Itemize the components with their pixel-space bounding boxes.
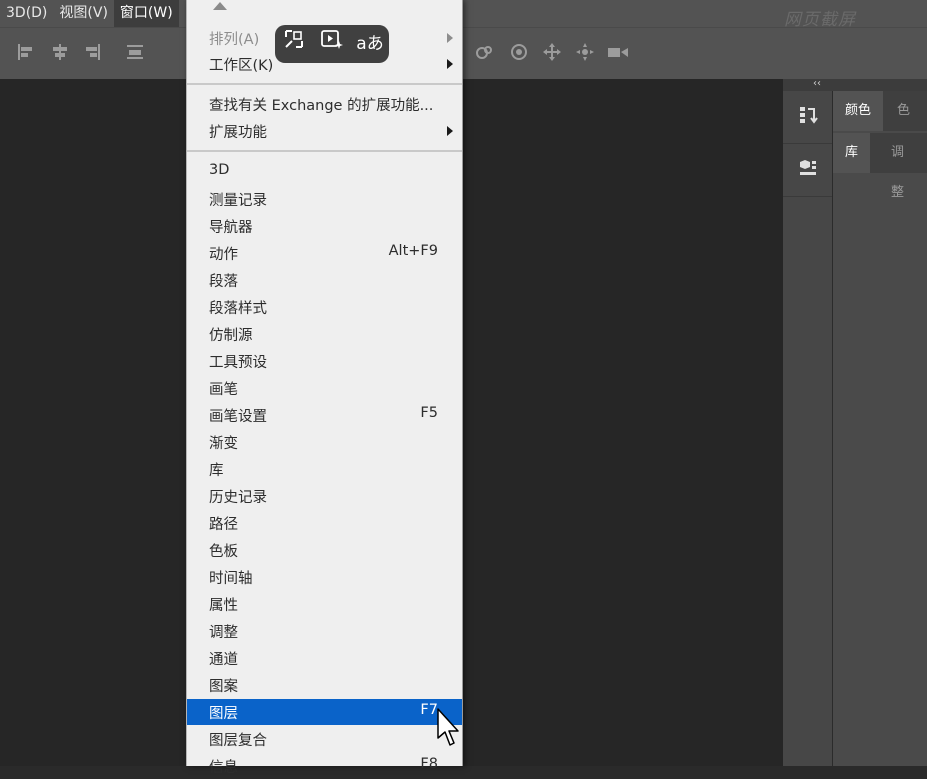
history-panel-button[interactable] <box>783 91 832 144</box>
translate-icon[interactable]: aあ <box>355 29 385 59</box>
camera-3d-icon[interactable] <box>607 42 629 67</box>
menu-bar: 3D(D) 视图(V) 窗口(W) 网页截屏 <box>0 0 927 30</box>
roll-3d-icon[interactable] <box>509 42 529 67</box>
panel-collapse-strip[interactable]: ‹‹ <box>783 78 927 91</box>
submenu-arrow-icon <box>447 33 453 43</box>
menu-item-label: 属性 <box>209 598 238 614</box>
history-icon <box>796 103 820 132</box>
menu-item-panel[interactable]: 通道 <box>187 645 462 671</box>
menu-item-panel[interactable]: 导航器 <box>187 213 462 239</box>
floating-toolbar: aあ <box>275 25 389 63</box>
menu-item-panel[interactable]: 测量记录 <box>187 186 462 212</box>
menu-item-label: 画笔 <box>209 382 238 398</box>
menu-item-label: 段落样式 <box>209 301 267 317</box>
menu-item-label: 通道 <box>209 652 238 668</box>
library-panel-tabs: 库 调整 <box>833 133 927 200</box>
submenu-arrow-icon <box>447 59 453 69</box>
menu-item-panel[interactable]: 历史记录 <box>187 483 462 509</box>
tab-color[interactable]: 颜色 <box>833 91 884 131</box>
window-menu-dropdown: 排列(A) 工作区(K) 查找有关 Exchange 的扩展功能... 扩展功能… <box>186 0 463 776</box>
menu-item-shortcut: F5 <box>420 405 438 421</box>
menu-item-label: 仿制源 <box>209 328 253 344</box>
menu-item-shortcut: F8 <box>420 756 438 772</box>
menu-item-panel[interactable]: 工具预设 <box>187 348 462 374</box>
align-left-icon[interactable] <box>16 42 36 67</box>
menu-item-label: 时间轴 <box>209 571 253 587</box>
menu-item-label: 画笔设置 <box>209 409 267 425</box>
collapse-icon[interactable]: ‹‹ <box>813 78 821 89</box>
tab-swatches[interactable]: 色板 <box>885 91 927 158</box>
menu-item-panel[interactable]: 图案 <box>187 672 462 698</box>
menu-item-panel[interactable]: 色板 <box>187 537 462 563</box>
menu-separator <box>187 150 462 152</box>
menu-item-label: 图案 <box>209 679 238 695</box>
menu-item-label: 动作 <box>209 247 238 263</box>
align-hcenter-icon[interactable] <box>50 42 70 67</box>
menu-window[interactable]: 窗口(W) <box>113 0 179 27</box>
panel-icon-column <box>783 91 833 766</box>
menu-item-panel[interactable]: 属性 <box>187 591 462 617</box>
play-sparkle-icon[interactable] <box>317 29 347 59</box>
menu-item-label: 图层 <box>209 706 238 722</box>
menu-item-label: 段落 <box>209 274 238 290</box>
menu-item-panel[interactable]: 仿制源 <box>187 321 462 347</box>
menu-item-panel[interactable]: 3D <box>187 159 462 185</box>
menu-item-panel[interactable]: 动作 Alt+F9 <box>187 240 462 266</box>
menu-view[interactable]: 视图(V) <box>53 0 114 27</box>
menu-item-label: 历史记录 <box>209 490 267 506</box>
menu-item-panel[interactable]: 路径 <box>187 510 462 536</box>
menu-item-panel[interactable]: 画笔设置 F5 <box>187 402 462 428</box>
menu-item-label: 图层复合 <box>209 733 267 749</box>
slide-3d-icon[interactable] <box>575 42 595 67</box>
menu-item-panel[interactable]: 图层 F7 <box>187 699 462 725</box>
pan-3d-icon[interactable] <box>542 42 562 67</box>
menu-item-label: 导航器 <box>209 220 253 236</box>
tab-libraries[interactable]: 库 <box>833 133 871 173</box>
menu-item-extensions[interactable]: 扩展功能 <box>187 118 462 144</box>
color-panel-tabs: 颜色 色板 <box>833 91 927 158</box>
menu-item-label: 3D <box>209 162 230 178</box>
menu-item-label: 路径 <box>209 517 238 533</box>
tab-adjustments[interactable]: 调整 <box>879 133 927 200</box>
menu-item-label: 信息 <box>209 760 238 776</box>
scroll-up-arrow-icon[interactable] <box>213 2 227 10</box>
menu-item-label: 渐变 <box>209 436 238 452</box>
align-right-icon[interactable] <box>82 42 102 67</box>
menu-item-panel[interactable]: 库 <box>187 456 462 482</box>
menu-item-label: 工具预设 <box>209 355 267 371</box>
menu-item-panel[interactable]: 段落样式 <box>187 294 462 320</box>
libraries-panel-button[interactable] <box>783 144 832 197</box>
menu-item-label: 测量记录 <box>209 193 267 209</box>
menu-item-find-extensions[interactable]: 查找有关 Exchange 的扩展功能... <box>187 91 462 117</box>
menu-separator <box>187 83 462 85</box>
crop-expand-icon[interactable] <box>279 29 309 59</box>
mouse-pointer-icon <box>437 708 459 746</box>
menu-item-panel[interactable]: 图层复合 <box>187 726 462 752</box>
orbit-3d-icon[interactable] <box>474 42 494 67</box>
options-bar <box>0 27 927 80</box>
submenu-arrow-icon <box>447 126 453 136</box>
menu-item-panel[interactable]: 渐变 <box>187 429 462 455</box>
menu-item-label: 色板 <box>209 544 238 560</box>
menu-item-panel[interactable]: 调整 <box>187 618 462 644</box>
menu-item-panel[interactable]: 段落 <box>187 267 462 293</box>
libraries-icon <box>796 156 820 185</box>
menu-item-label: 库 <box>209 463 224 479</box>
menu-item-panel[interactable]: 时间轴 <box>187 564 462 590</box>
panel-stack: 颜色 色板 库 调整 <box>833 91 927 766</box>
menu-3d[interactable]: 3D(D) <box>0 0 53 27</box>
menu-item-panel[interactable]: 信息 F8 <box>187 753 462 779</box>
menu-item-shortcut: Alt+F9 <box>388 243 438 259</box>
menu-item-label: 调整 <box>209 625 238 641</box>
menu-item-panel[interactable]: 画笔 <box>187 375 462 401</box>
align-top-icon[interactable] <box>125 42 145 67</box>
